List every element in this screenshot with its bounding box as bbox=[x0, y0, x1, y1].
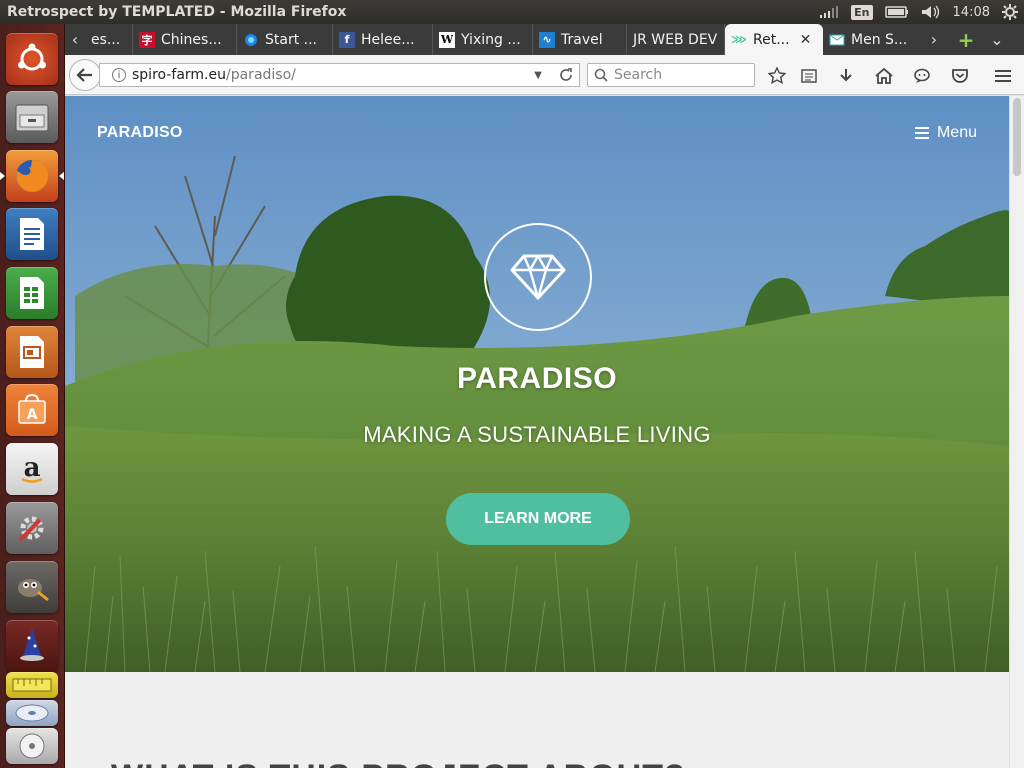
url-path: /paradiso/ bbox=[226, 67, 296, 83]
templated-icon: ⋙ bbox=[731, 33, 747, 46]
tab-2[interactable]: 字 Chines... bbox=[133, 24, 237, 55]
tab-8-active[interactable]: ⋙ Ret... ✕ bbox=[725, 24, 823, 55]
libreoffice-calc-icon[interactable] bbox=[6, 267, 58, 319]
site-menu-button[interactable]: Menu bbox=[914, 124, 977, 142]
wikipedia-icon: W bbox=[439, 31, 455, 48]
hamburger-menu-icon[interactable] bbox=[990, 63, 1016, 89]
url-bar[interactable]: i spiro-farm.eu/paradiso/ ▼ bbox=[99, 63, 579, 87]
site-logo[interactable]: PARADISO bbox=[97, 124, 183, 142]
tab-5[interactable]: W Yixing ... bbox=[433, 24, 533, 55]
tab-9[interactable]: Men S... bbox=[823, 24, 919, 55]
url-dropdown-icon[interactable]: ▼ bbox=[534, 70, 542, 81]
ruler-icon[interactable] bbox=[6, 672, 58, 698]
wizard-icon[interactable] bbox=[6, 620, 58, 672]
battery-icon[interactable] bbox=[884, 0, 909, 24]
page-scrollbar[interactable] bbox=[1009, 96, 1024, 768]
system-indicators: En 14:08 bbox=[819, 0, 1018, 24]
firefox-icon[interactable] bbox=[6, 150, 58, 202]
diamond-badge bbox=[484, 223, 592, 331]
unity-launcher: A a bbox=[0, 24, 65, 768]
hero-title: PARADISO bbox=[456, 362, 618, 395]
active-indicator bbox=[0, 172, 5, 180]
chinese-icon: 字 bbox=[139, 31, 155, 48]
svg-text:a: a bbox=[24, 453, 41, 483]
top-panel: Retrospect by TEMPLATED - Mozilla Firefo… bbox=[0, 0, 1024, 24]
downloads-icon[interactable] bbox=[833, 63, 859, 89]
site-info-icon[interactable]: i bbox=[112, 68, 126, 82]
ubuntu-software-icon[interactable]: A bbox=[6, 384, 58, 436]
keyboard-layout-indicator[interactable]: En bbox=[851, 0, 873, 24]
focused-indicator bbox=[59, 172, 64, 180]
tab-6[interactable]: ∿ Travel bbox=[533, 24, 627, 55]
network-icon[interactable] bbox=[819, 0, 839, 24]
home-icon[interactable] bbox=[871, 63, 897, 89]
hero-banner: PARADISO Menu PARADISO MAKING A SUSTAINA… bbox=[65, 96, 1009, 672]
tab-scroll-left-icon[interactable]: ‹ bbox=[65, 24, 85, 55]
back-arrow-icon bbox=[76, 68, 92, 82]
tab-bar: ‹ es... 字 Chines... Start ... f Helee...… bbox=[65, 24, 1024, 55]
navigation-toolbar: i spiro-farm.eu/paradiso/ ▼ Search bbox=[65, 55, 1024, 95]
diamond-icon bbox=[510, 254, 566, 300]
ubuntu-dash-icon[interactable] bbox=[6, 33, 58, 85]
learn-more-button[interactable]: LEARN MORE bbox=[446, 493, 630, 545]
libreoffice-writer-icon[interactable] bbox=[6, 208, 58, 260]
tab-1[interactable]: es... bbox=[85, 24, 133, 55]
window-title: Retrospect by TEMPLATED - Mozilla Firefo… bbox=[7, 4, 347, 20]
section-heading: WHAT IS THIS PROJECT ABOUT? bbox=[111, 758, 686, 768]
system-settings-icon[interactable] bbox=[6, 502, 58, 554]
reload-button[interactable] bbox=[552, 63, 580, 87]
tab-list-chevron-down-icon[interactable]: ⌄ bbox=[983, 24, 1011, 55]
disc-icon[interactable] bbox=[6, 700, 58, 726]
files-icon[interactable] bbox=[6, 91, 58, 143]
amazon-icon[interactable]: a bbox=[6, 443, 58, 495]
svg-text:A: A bbox=[27, 407, 38, 423]
chat-icon[interactable] bbox=[909, 63, 935, 89]
session-gear-icon[interactable] bbox=[1002, 0, 1018, 24]
bookmark-star-icon[interactable] bbox=[764, 63, 790, 89]
back-button[interactable] bbox=[69, 59, 101, 91]
tab-7[interactable]: JR WEB DEV bbox=[627, 24, 725, 55]
url-host: spiro-farm.eu bbox=[132, 67, 226, 83]
clock[interactable]: 14:08 bbox=[953, 0, 990, 24]
hero-subtitle: MAKING A SUSTAINABLE LIVING bbox=[363, 422, 711, 447]
tab-4[interactable]: f Helee... bbox=[333, 24, 433, 55]
firefox-window: ‹ es... 字 Chines... Start ... f Helee...… bbox=[65, 24, 1024, 768]
travel-icon: ∿ bbox=[539, 31, 555, 48]
dvd-icon[interactable] bbox=[6, 728, 58, 764]
volume-icon[interactable] bbox=[921, 0, 941, 24]
scrollbar-thumb[interactable] bbox=[1013, 98, 1021, 176]
reload-icon bbox=[559, 68, 572, 81]
tab-scroll-right-icon[interactable]: › bbox=[919, 24, 949, 55]
facebook-icon: f bbox=[339, 31, 355, 48]
start-icon bbox=[243, 32, 259, 48]
search-placeholder: Search bbox=[614, 67, 663, 83]
web-page: PARADISO Menu PARADISO MAKING A SUSTAINA… bbox=[65, 96, 1009, 768]
close-tab-icon[interactable]: ✕ bbox=[800, 32, 812, 48]
tab-3[interactable]: Start ... bbox=[237, 24, 333, 55]
mail-icon bbox=[829, 32, 845, 48]
menu-label: Menu bbox=[936, 124, 977, 141]
gimp-icon[interactable] bbox=[6, 561, 58, 613]
search-icon bbox=[594, 68, 608, 82]
new-tab-plus-icon[interactable]: + bbox=[949, 24, 983, 55]
search-bar[interactable]: Search bbox=[587, 63, 755, 87]
pocket-icon[interactable] bbox=[947, 63, 973, 89]
libreoffice-impress-icon[interactable] bbox=[6, 326, 58, 378]
reading-list-icon[interactable] bbox=[796, 63, 822, 89]
menu-bars-icon bbox=[914, 127, 929, 139]
